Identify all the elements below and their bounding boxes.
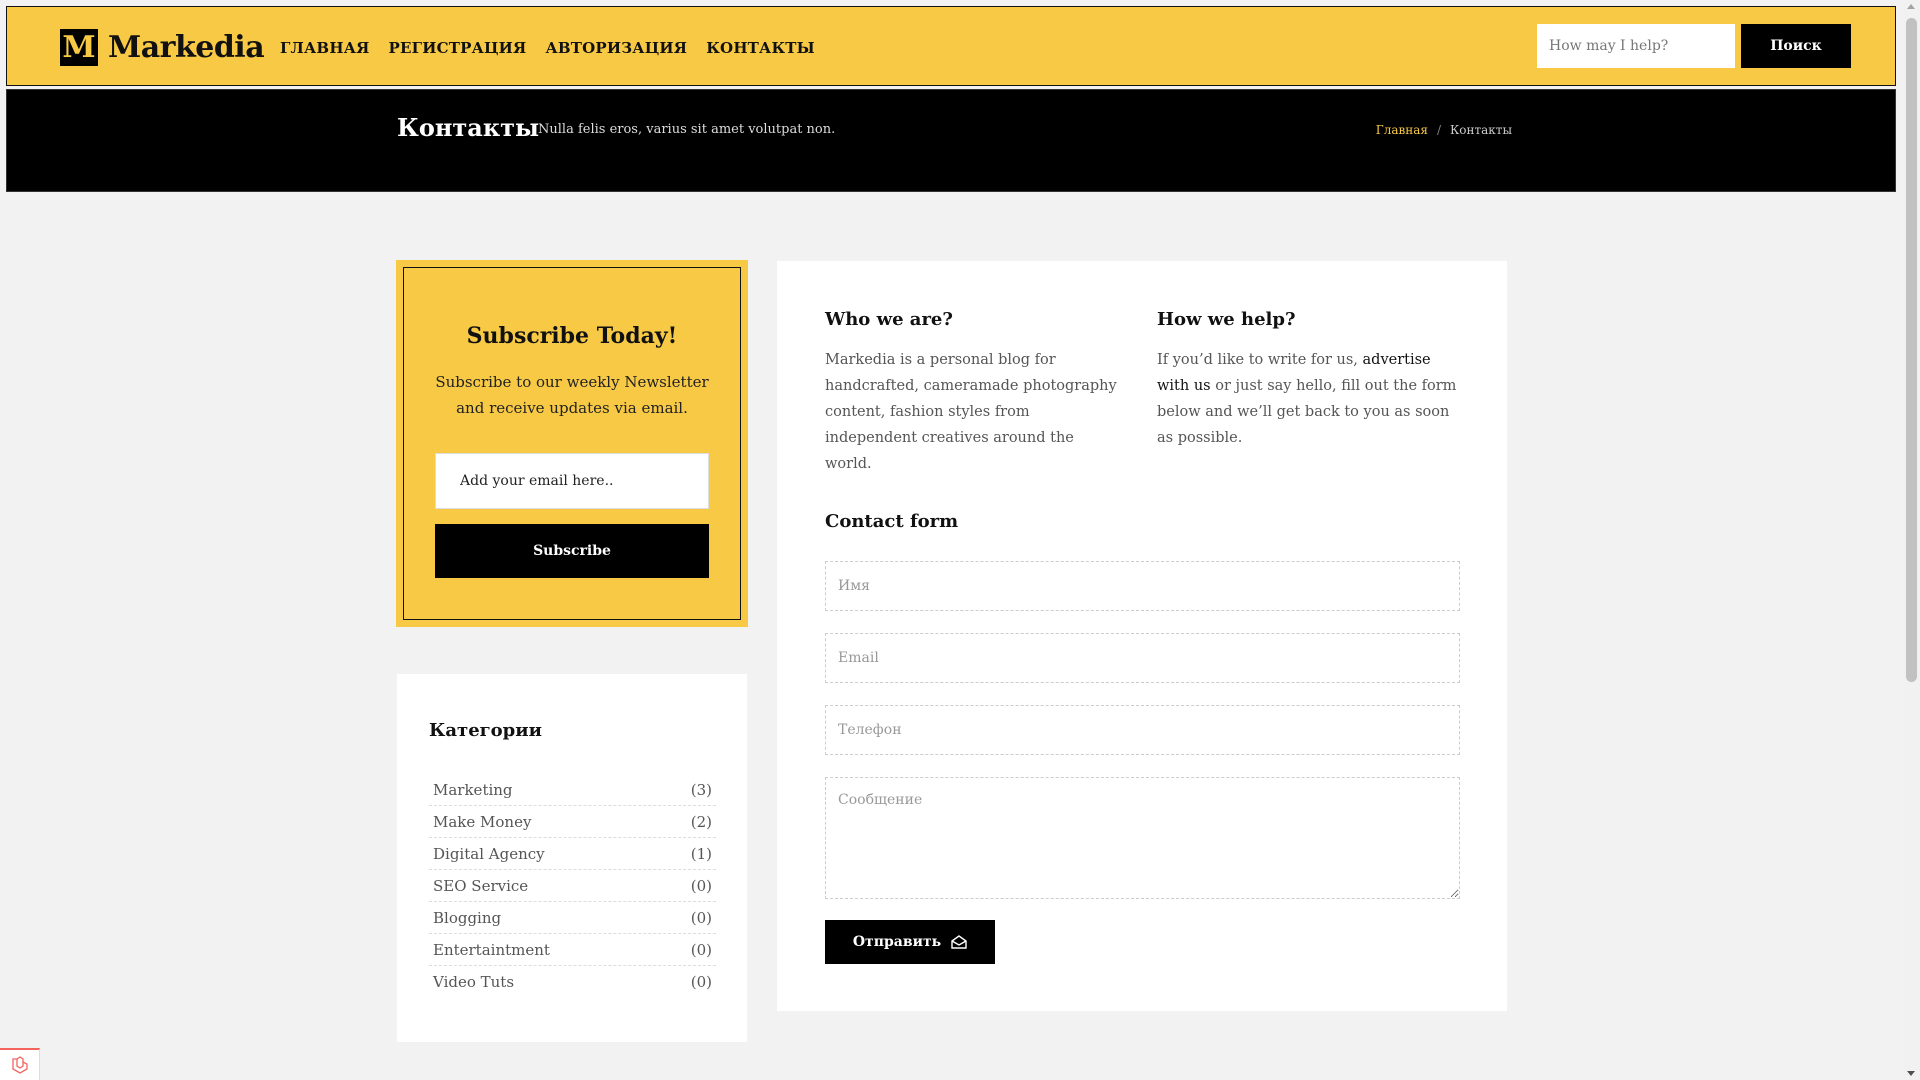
logo-text: Markedia <box>108 30 265 65</box>
subscribe-widget: Subscribe Today! Subscribe to our weekly… <box>396 260 748 627</box>
page-title-band: Контакты Nulla felis eros, varius sit am… <box>6 89 1896 192</box>
send-button-label: Отправить <box>852 934 942 950</box>
debugbar-toggle[interactable] <box>0 1048 40 1080</box>
category-item[interactable]: Make Money (2) <box>429 806 716 838</box>
scroll-thumb[interactable] <box>1906 18 1917 682</box>
breadcrumb: Главная / Контакты <box>1376 123 1512 137</box>
category-count: (0) <box>690 908 712 927</box>
breadcrumb-separator: / <box>1436 123 1441 137</box>
category-name: Make Money <box>433 812 532 831</box>
send-button[interactable]: Отправить <box>825 920 995 964</box>
scroll-down-arrow-icon[interactable] <box>1907 1071 1915 1076</box>
categories-title: Категории <box>429 720 542 741</box>
page-title: Контакты <box>397 113 540 142</box>
category-item[interactable]: SEO Service (0) <box>429 870 716 902</box>
name-field[interactable] <box>825 561 1460 611</box>
category-name: SEO Service <box>433 876 529 895</box>
logo-mark-icon: M <box>60 29 98 66</box>
category-item[interactable]: Entertaintment (0) <box>429 934 716 966</box>
email-field[interactable] <box>825 633 1460 683</box>
envelope-open-icon <box>951 935 967 949</box>
main-nav: ГЛАВНАЯ РЕГИСТРАЦИЯ АВТОРИЗАЦИЯ КОНТАКТЫ <box>280 39 834 57</box>
page-subtitle: Nulla felis eros, varius sit amet volutp… <box>538 122 836 137</box>
message-field[interactable] <box>825 777 1460 899</box>
category-count: (3) <box>690 780 712 799</box>
category-item[interactable]: Digital Agency (1) <box>429 838 716 870</box>
subscribe-email-input[interactable] <box>435 453 709 509</box>
subscribe-title: Subscribe Today! <box>466 323 678 349</box>
category-count: (2) <box>690 812 712 831</box>
category-count: (0) <box>690 876 712 895</box>
breadcrumb-current: Контакты <box>1450 123 1512 137</box>
category-name: Blogging <box>433 908 502 927</box>
how-we-help-title: How we help? <box>1157 309 1296 330</box>
nav-item-register[interactable]: РЕГИСТРАЦИЯ <box>389 39 527 57</box>
subscribe-button[interactable]: Subscribe <box>435 524 709 578</box>
category-count: (0) <box>690 973 712 991</box>
subscribe-text: Subscribe to our weekly Newsletter and r… <box>435 373 709 417</box>
category-item[interactable]: Video Tuts (0) <box>429 966 716 998</box>
category-item[interactable]: Blogging (0) <box>429 902 716 934</box>
subscribe-frame: Subscribe Today! Subscribe to our weekly… <box>403 267 741 620</box>
phone-field[interactable] <box>825 705 1460 755</box>
search-input[interactable] <box>1537 24 1735 68</box>
who-we-are-title: Who we are? <box>825 309 953 330</box>
category-item[interactable]: Marketing (3) <box>429 774 716 806</box>
page-scrollbar[interactable] <box>1903 0 1920 1080</box>
scroll-up-arrow-icon[interactable] <box>1907 4 1915 9</box>
category-count: (0) <box>690 940 712 959</box>
category-name: Digital Agency <box>433 844 545 863</box>
category-count: (1) <box>690 844 712 863</box>
site-header: M Markedia ГЛАВНАЯ РЕГИСТРАЦИЯ АВТОРИЗАЦ… <box>6 6 1896 86</box>
contact-card: Who we are? Markedia is a personal blog … <box>777 261 1507 1011</box>
category-name: Marketing <box>433 780 513 799</box>
laravel-icon <box>11 1056 28 1074</box>
site-logo[interactable]: M Markedia <box>60 29 265 66</box>
nav-item-login[interactable]: АВТОРИЗАЦИЯ <box>545 39 687 57</box>
search-button[interactable]: Поиск <box>1741 24 1851 68</box>
how-we-help-section: How we help? If you’d like to write for … <box>1157 309 1457 451</box>
categories-widget: Категории Marketing (3) Make Money (2) Dig… <box>397 674 747 1042</box>
who-we-are-text: Markedia is a personal blog for handcraf… <box>825 352 1117 472</box>
category-name: Entertaintment <box>433 940 550 959</box>
contact-form-title: Contact form <box>825 511 959 532</box>
nav-item-contacts[interactable]: КОНТАКТЫ <box>706 39 815 57</box>
breadcrumb-home-link[interactable]: Главная <box>1376 123 1428 137</box>
how-we-help-text-start: If you’d like to write for us, <box>1157 352 1363 368</box>
category-name: Video Tuts <box>433 973 515 991</box>
categories-list: Marketing (3) Make Money (2) Digital Agenc… <box>429 774 716 998</box>
nav-item-home[interactable]: ГЛАВНАЯ <box>280 39 370 57</box>
who-we-are-section: Who we are? Markedia is a personal blog … <box>825 309 1125 477</box>
how-we-help-text: If you’d like to write for us, advertise… <box>1157 347 1457 451</box>
